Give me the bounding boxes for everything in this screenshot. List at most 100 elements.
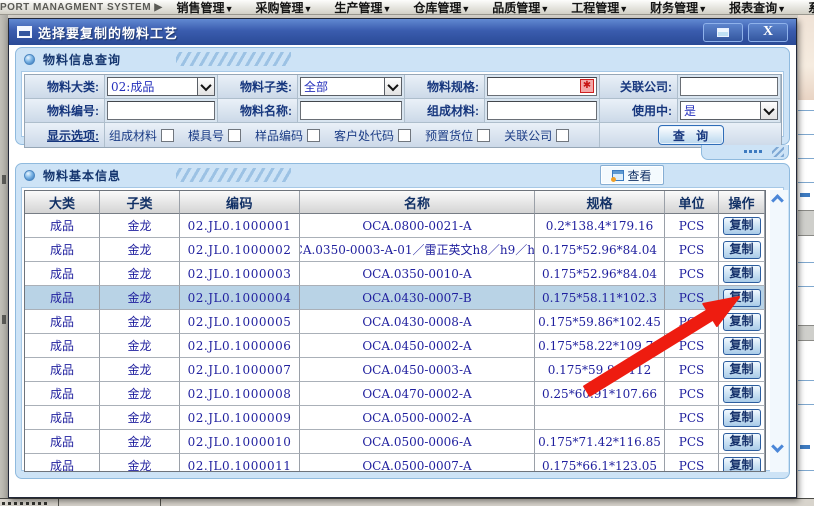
copy-button[interactable]: 复制 — [723, 457, 761, 473]
copy-button[interactable]: 复制 — [723, 313, 761, 331]
menu-item[interactable]: 销售管理▼ — [177, 0, 234, 15]
menu-item[interactable]: 财务管理▼ — [650, 0, 707, 15]
copy-button[interactable]: 复制 — [723, 241, 761, 259]
system-arrow-icon: ▶ — [154, 2, 162, 13]
dialog-window-icon — [17, 26, 32, 38]
table-row[interactable]: 成品金龙02.JL0.1000003OCA.0350-0010-A0.175*5… — [25, 262, 765, 286]
table-row[interactable]: 成品金龙02.JL0.1000006OCA.0450-0002-A0.175*5… — [25, 334, 765, 358]
copy-button[interactable]: 复制 — [723, 433, 761, 451]
table-row[interactable]: 成品金龙02.JL0.1000001OCA.0800-0021-A0.2*138… — [25, 214, 765, 238]
spec-label: 物料规格: — [405, 75, 485, 99]
name-input[interactable] — [300, 101, 402, 120]
column-header: 编码 — [180, 191, 300, 214]
table-cell-code: 02.JL0.1000004 — [180, 286, 300, 310]
query-panel: 物料信息查询 物料大类: 02:成品 物料子类: 全部 — [15, 47, 790, 145]
system-title: PORT MANAGMENT SYSTEM ▶ — [0, 2, 163, 13]
table-cell-subcategory: 金龙 — [100, 286, 180, 310]
display-option-checkbox[interactable] — [477, 129, 490, 142]
close-button[interactable]: X — [748, 23, 788, 42]
display-option-checkbox[interactable] — [228, 129, 241, 142]
scroll-down-icon[interactable] — [771, 440, 784, 453]
copy-button[interactable]: 复制 — [723, 361, 761, 379]
display-option-checkbox[interactable] — [398, 129, 411, 142]
table-row[interactable]: 成品金龙02.JL0.1000008OCA.0470-0002-A0.25*60… — [25, 382, 765, 406]
menu-item[interactable]: 品质管理▼ — [492, 0, 549, 15]
table-cell-code: 02.JL0.1000002 — [180, 238, 300, 262]
dropdown-arrow-icon: ▼ — [698, 4, 707, 14]
material-label: 组成材料: — [405, 99, 485, 123]
category-select[interactable]: 02:成品 — [107, 77, 215, 96]
panel-resize-tab[interactable] — [701, 145, 789, 160]
menu-item[interactable]: 采购管理▼ — [255, 0, 312, 15]
table-row[interactable]: 成品金龙02.JL0.1000007OCA.0450-0003-A0.175*5… — [25, 358, 765, 382]
search-button[interactable]: 查 询 — [658, 125, 724, 145]
table-row[interactable]: 成品金龙02.JL0.1000005OCA.0430-0008-A0.175*5… — [25, 310, 765, 334]
view-button[interactable]: 查看 — [600, 165, 664, 185]
table-row[interactable]: 成品金龙02.JL0.1000004OCA.0430-0007-B0.175*5… — [25, 286, 765, 310]
display-option: 客户处代码 — [334, 127, 411, 144]
chevron-down-icon[interactable] — [197, 78, 214, 95]
table-cell-code: 02.JL0.1000007 — [180, 358, 300, 382]
table-cell-spec: 0.175*52.96*84.04 — [535, 238, 665, 262]
copy-button[interactable]: 复制 — [723, 385, 761, 403]
company-label: 关联公司: — [600, 75, 678, 99]
table-cell-unit: PCS — [665, 214, 719, 238]
background-bottom-strip — [0, 498, 814, 506]
scroll-up-icon[interactable] — [771, 194, 784, 207]
table-cell-unit: PCS — [665, 454, 719, 472]
copy-button[interactable]: 复制 — [723, 217, 761, 235]
table-cell-name: OCA.0500-0007-A — [300, 454, 535, 472]
display-option-checkbox[interactable] — [307, 129, 320, 142]
copy-button[interactable]: 复制 — [723, 265, 761, 283]
column-header: 规格 — [535, 191, 665, 214]
subcategory-select[interactable]: 全部 — [300, 77, 402, 96]
menu-item[interactable]: 报表查询▼ — [729, 0, 786, 15]
query-panel-body: 物料大类: 02:成品 物料子类: 全部 物料规格: — [21, 71, 784, 137]
query-panel-header: 物料信息查询 — [16, 48, 789, 70]
copy-button[interactable]: 复制 — [723, 337, 761, 355]
dropdown-arrow-icon: ▼ — [382, 4, 391, 14]
code-input[interactable] — [107, 101, 215, 120]
table-cell-code: 02.JL0.1000006 — [180, 334, 300, 358]
table-cell-name: OCA.0500-0002-A — [300, 406, 535, 430]
company-input[interactable] — [680, 77, 778, 96]
inuse-select[interactable]: 是 — [680, 101, 778, 120]
chevron-down-icon[interactable] — [760, 102, 777, 119]
display-option-checkbox[interactable] — [161, 129, 174, 142]
display-option: 预置货位 — [425, 127, 490, 144]
section-sphere-icon — [24, 54, 35, 65]
chevron-down-icon[interactable] — [384, 78, 401, 95]
table-cell-action: 复制 — [719, 286, 765, 310]
copy-button[interactable]: 复制 — [723, 409, 761, 427]
menu-item[interactable]: 系统管理▼ — [808, 0, 814, 15]
clear-icon[interactable]: ✱ — [580, 79, 594, 93]
table-cell-action: 复制 — [719, 334, 765, 358]
table-cell-action: 复制 — [719, 310, 765, 334]
table-header-row: 大类子类编码名称规格单位操作 — [25, 191, 765, 214]
menu-item[interactable]: 仓库管理▼ — [413, 0, 470, 15]
table-cell-subcategory: 金龙 — [100, 262, 180, 286]
materials-panel-header: 物料基本信息 查看 — [16, 164, 789, 186]
table-row[interactable]: 成品金龙02.JL0.1000010OCA.0500-0006-A0.175*7… — [25, 430, 765, 454]
table-row[interactable]: 成品金龙02.JL0.1000009OCA.0500-0002-APCS复制 — [25, 406, 765, 430]
table-cell-subcategory: 金龙 — [100, 310, 180, 334]
column-header: 子类 — [100, 191, 180, 214]
table-cell-category: 成品 — [25, 310, 100, 334]
resize-grip-icon — [772, 147, 784, 157]
table-row[interactable]: 成品金龙02.JL0.1000002OCA.0350-0003-A-01／雷正英… — [25, 238, 765, 262]
material-input[interactable] — [487, 101, 597, 120]
display-option-checkbox[interactable] — [556, 129, 569, 142]
dropdown-arrow-icon: ▼ — [461, 4, 470, 14]
maximize-button[interactable] — [703, 23, 743, 42]
dialog-title: 选择要复制的物料工艺 — [38, 23, 178, 42]
menu-item[interactable]: 工程管理▼ — [571, 0, 628, 15]
copy-button[interactable]: 复制 — [723, 289, 761, 307]
table-cell-code: 02.JL0.1000009 — [180, 406, 300, 430]
menu-item[interactable]: 生产管理▼ — [334, 0, 391, 15]
table-row[interactable]: 成品金龙02.JL0.1000011OCA.0500-0007-A0.175*6… — [25, 454, 765, 472]
display-option: 样品编码 — [255, 127, 320, 144]
table-cell-name: OCA.0430-0008-A — [300, 310, 535, 334]
table-cell-spec: 0.175*66.1*123.05 — [535, 454, 665, 472]
table-scrollbar[interactable] — [770, 190, 788, 472]
table-cell-spec: 0.2*138.4*179.16 — [535, 214, 665, 238]
